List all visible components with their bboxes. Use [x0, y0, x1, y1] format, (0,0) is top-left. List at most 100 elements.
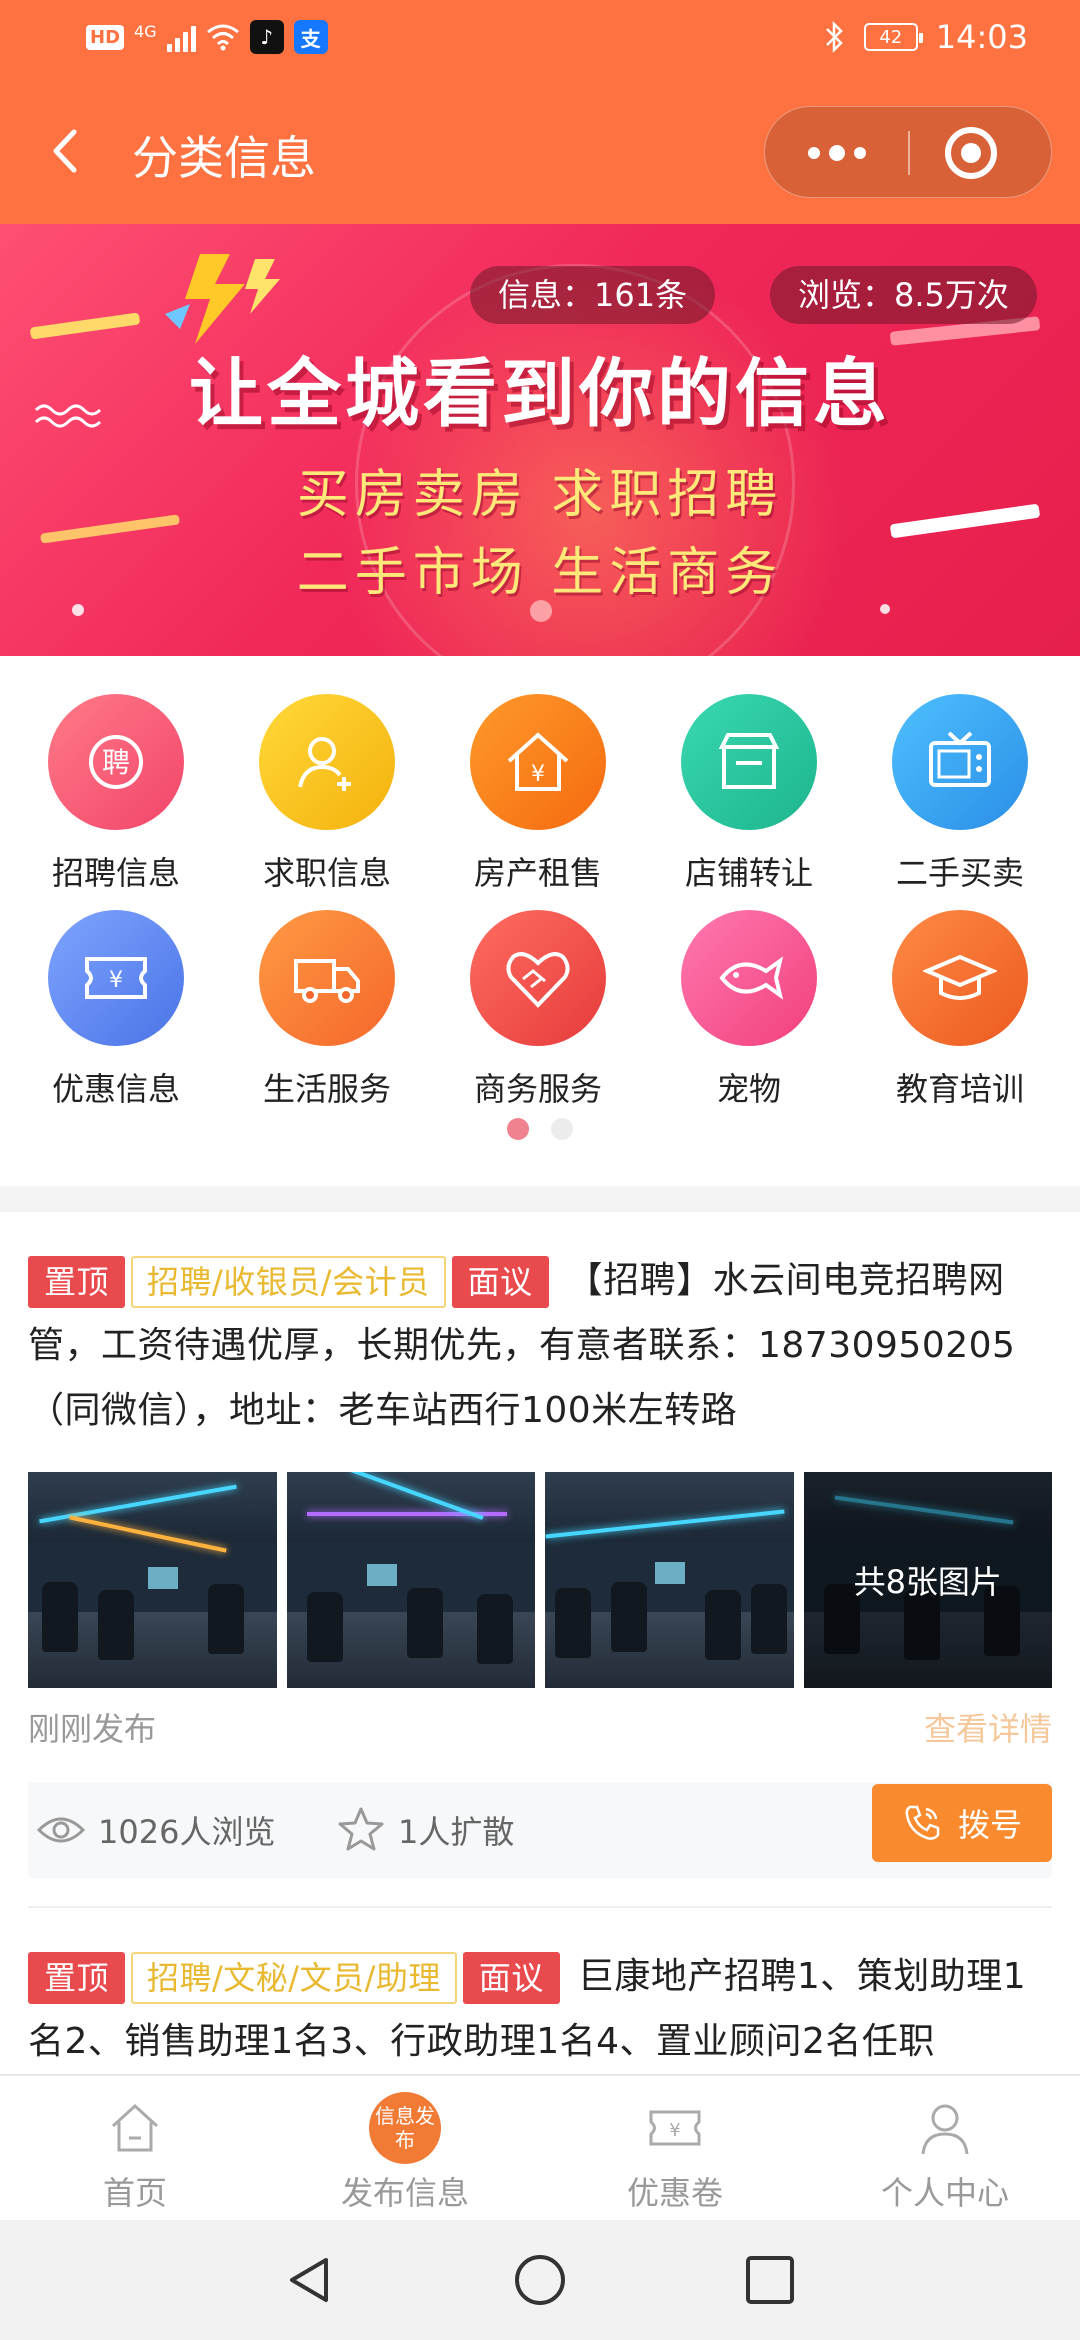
banner-headline: 让全城看到你的信息: [189, 351, 891, 437]
publish-icon: 信息发布: [369, 2092, 441, 2164]
share-count: 1人扩散: [398, 1813, 515, 1851]
tab-profile[interactable]: 个人中心: [810, 2076, 1080, 2222]
handshake-icon: [470, 910, 606, 1046]
category-tag: 招聘/收银员/会计员: [131, 1256, 446, 1308]
category-job-seeker[interactable]: 求职信息: [219, 656, 435, 892]
wifi-icon: [206, 24, 239, 51]
nav-bar: 分类信息: [0, 80, 1080, 224]
views-stat: 1026人浏览: [36, 1782, 275, 1878]
graduation-cap-icon: [892, 910, 1028, 1046]
salary-badge: 面议: [462, 1952, 560, 2004]
tab-label: 优惠卷: [626, 2174, 723, 2212]
tab-coupons[interactable]: ¥ 优惠卷: [540, 2076, 810, 2222]
status-left: HD 4G ♪ 支: [86, 20, 328, 54]
listing-text: 置顶 招聘/文秘/文员/助理 面议 巨康地产招聘1、策划助理1名2、销售助理1名3、…: [28, 1944, 1052, 2074]
app-screen: HD 4G ♪ 支 42 14:03 分类信息 信息：161条 浏览：8.5万次…: [0, 0, 1080, 2340]
close-mini-program-icon[interactable]: [945, 127, 997, 179]
category-housing[interactable]: ¥ 房产租售: [430, 656, 646, 892]
coupon-icon: ¥: [649, 2110, 701, 2146]
category-label: 优惠信息: [51, 1070, 180, 1108]
listing-card[interactable]: 置顶 招聘/文秘/文员/助理 面议 巨康地产招聘1、策划助理1名2、销售助理1名3、…: [28, 1944, 1052, 2074]
banner-subline: 买房卖房 求职招聘: [296, 465, 784, 525]
image-count-overlay: 共8张图片: [803, 1472, 1052, 1688]
tab-label: 发布信息: [340, 2174, 469, 2212]
bottom-tab-bar: 首页 信息发布 发布信息 ¥ 优惠卷 个人中心: [0, 2074, 1080, 2220]
category-label: 生活服务: [262, 1070, 391, 1108]
system-navigation-bar: [0, 2220, 1080, 2340]
category-life-service[interactable]: 生活服务: [219, 872, 435, 1108]
tab-home[interactable]: 首页: [0, 2076, 270, 2222]
pager-dot[interactable]: [551, 1118, 573, 1140]
listing-text: 置顶 招聘/收银员/会计员 面议 【招聘】水云间电竞招聘网管，工资待遇优厚，长期优先…: [28, 1248, 1052, 1443]
category-pets[interactable]: 宠物: [641, 872, 857, 1108]
mini-program-capsule: [764, 106, 1052, 198]
user-icon: [921, 2104, 969, 2155]
category-recruit[interactable]: 聘 招聘信息: [8, 656, 224, 892]
listing-images: 共8张图片: [28, 1472, 1052, 1688]
banner-subline: 二手市场 生活商务: [296, 543, 784, 603]
listing-separator: [28, 1906, 1052, 1908]
clock: 14:03: [935, 18, 1028, 56]
category-label: 商务服务: [473, 1070, 602, 1108]
dial-button[interactable]: 拨号: [872, 1784, 1052, 1862]
hd-badge: HD: [86, 24, 125, 50]
decor-dot: [72, 604, 84, 616]
category-grid: 聘 招聘信息 求职信息 ¥ 房产租售 店铺转让 二手买卖 ¥ 优惠信息 生活服务…: [0, 656, 1080, 1186]
capsule-divider: [908, 131, 910, 175]
recruit-icon: 聘: [48, 694, 184, 830]
tab-label: 个人中心: [880, 2174, 1009, 2212]
battery-icon: 42: [863, 23, 923, 51]
decor-dot: [880, 604, 890, 614]
category-discount[interactable]: ¥ 优惠信息: [8, 872, 224, 1108]
home-icon: [111, 2103, 159, 2152]
pinned-badge: 置顶: [28, 1256, 126, 1308]
house-icon: ¥: [470, 694, 606, 830]
signal-icon: [166, 22, 196, 52]
system-recents-icon[interactable]: [742, 2252, 798, 2308]
system-back-icon[interactable]: [282, 2252, 338, 2308]
category-label: 教育培训: [895, 1070, 1024, 1108]
listing-card[interactable]: 置顶 招聘/收银员/会计员 面议 【招聘】水云间电竞招聘网管，工资待遇优厚，长期优先…: [28, 1248, 1052, 1878]
truck-icon: [259, 910, 395, 1046]
view-details-link[interactable]: 查看详情: [924, 1704, 1052, 1750]
listing-image[interactable]: [545, 1472, 794, 1688]
pinned-badge: 置顶: [28, 1952, 126, 2004]
promo-banner[interactable]: 信息：161条 浏览：8.5万次 让全城看到你的信息 买房卖房 求职招聘 二手市…: [0, 224, 1080, 656]
category-shop-transfer[interactable]: 店铺转让: [641, 656, 857, 892]
views-count-badge: 浏览：8.5万次: [770, 266, 1037, 324]
coupon-icon: ¥: [48, 910, 184, 1046]
system-home-icon[interactable]: [512, 2252, 568, 2308]
network-label: 4G: [134, 21, 157, 41]
tab-label: 首页: [102, 2174, 167, 2212]
listing-stats-bar: 1026人浏览 1人扩散 拨号: [28, 1782, 1052, 1878]
category-second-hand[interactable]: 二手买卖: [852, 656, 1068, 892]
job-seeker-icon: [259, 694, 395, 830]
status-right: 42 14:03: [824, 18, 1028, 56]
tab-publish[interactable]: 信息发布 发布信息: [270, 2076, 540, 2222]
more-options-icon[interactable]: [765, 107, 908, 199]
bluetooth-icon: [825, 20, 843, 54]
svg-text:¥: ¥: [109, 968, 123, 993]
category-education[interactable]: 教育培训: [852, 872, 1068, 1108]
category-label: 宠物: [716, 1070, 781, 1108]
tv-icon: [892, 694, 1028, 830]
listing-image[interactable]: [28, 1472, 277, 1688]
pager-dot-active[interactable]: [507, 1118, 529, 1140]
svg-text:聘: 聘: [102, 746, 130, 779]
listing-meta: 刚刚发布 查看详情: [28, 1704, 1052, 1748]
back-arrow-icon[interactable]: [42, 126, 92, 176]
fish-icon: [681, 910, 817, 1046]
shop-icon: [681, 694, 817, 830]
alipay-icon: 支: [293, 20, 328, 54]
views-count: 1026人浏览: [98, 1813, 276, 1851]
listing-image[interactable]: 共8张图片: [803, 1472, 1052, 1688]
listing-image[interactable]: [286, 1472, 535, 1688]
eye-icon: [36, 1817, 86, 1843]
category-business-service[interactable]: 商务服务: [430, 872, 646, 1108]
info-count-badge: 信息：161条: [470, 266, 716, 324]
share-stat[interactable]: 1人扩散: [336, 1782, 514, 1878]
dial-label: 拨号: [957, 1806, 1022, 1844]
category-tag: 招聘/文秘/文员/助理: [131, 1952, 457, 2004]
salary-badge: 面议: [451, 1256, 549, 1308]
svg-text:¥: ¥: [669, 2120, 680, 2141]
